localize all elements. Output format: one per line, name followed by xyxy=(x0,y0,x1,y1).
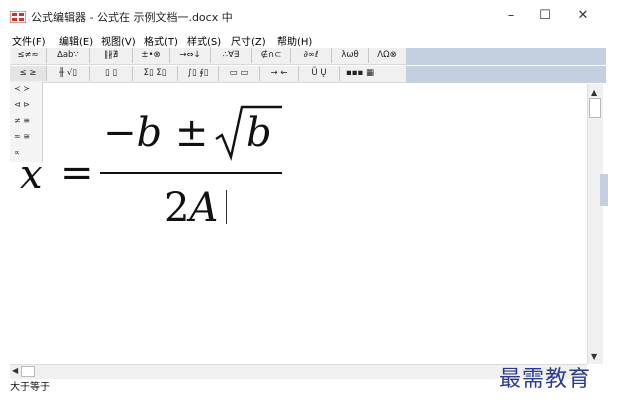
underbar-overbar-templates-button[interactable]: ▭ ▭ xyxy=(219,66,260,81)
equation-lhs-x: x xyxy=(20,152,43,198)
palette-item-proportional[interactable]: ∝ xyxy=(14,148,20,157)
products-set-templates-button[interactable]: Ũ Ų xyxy=(299,66,340,81)
palette-item-triangle[interactable]: ⊲ ⊳ xyxy=(14,100,30,109)
watermark-text: 最需教育 xyxy=(499,367,592,392)
integral-templates-button[interactable]: ∫▯ ∮▯ xyxy=(178,66,219,81)
numerator-b: b xyxy=(136,110,163,156)
equation-editing-area[interactable] xyxy=(10,84,586,364)
title-bar: 公式编辑器 - 公式在 示例文档一.docx 中 – ☐ ✕ xyxy=(0,0,606,32)
menu-file[interactable]: 文件(F) xyxy=(12,33,46,48)
scroll-down-arrow-icon[interactable]: ▼ xyxy=(591,352,597,361)
operator-symbols-button[interactable]: ±•⊗ xyxy=(133,48,170,63)
embellishments-button[interactable]: ∥∦∄ xyxy=(90,48,133,63)
misc-symbols-button[interactable]: ∂∞ℓ xyxy=(291,48,332,63)
greek-lowercase-button[interactable]: λωθ xyxy=(332,48,369,63)
equation-denominator: 2A xyxy=(164,185,218,231)
palette-item-not-equal[interactable]: ≠ ≡ xyxy=(14,116,30,125)
relational-symbols-button[interactable]: ≤≠≈ xyxy=(10,48,47,63)
scroll-up-arrow-icon[interactable]: ▲ xyxy=(591,88,597,97)
fence-templates-button[interactable]: ≤ ≥ xyxy=(10,66,47,81)
subscript-superscript-templates-button[interactable]: ▯ ▯ xyxy=(90,66,133,81)
summation-templates-button[interactable]: Σ▯ Σ▯ xyxy=(133,66,178,81)
fraction-radical-templates-button[interactable]: ╫ √▯ xyxy=(47,66,90,81)
template-toolbar: ≤ ≥ ╫ √▯ ▯ ▯ Σ▯ Σ▯ ∫▯ ∮▯ ▭ ▭ → ← Ũ Ų ▪▪▪… xyxy=(10,66,406,83)
matrix-templates-button[interactable]: ▪▪▪ ▦ xyxy=(340,66,380,81)
labeled-arrow-templates-button[interactable]: → ← xyxy=(260,66,299,81)
vertical-scrollbar[interactable]: ▲ ▼ xyxy=(587,84,603,364)
relational-symbols-palette: ≺ ≻ ⊲ ⊳ ≠ ≡ ≈ ≅ ∝ xyxy=(10,82,43,162)
numerator-minus: − xyxy=(103,110,137,156)
menu-edit[interactable]: 编辑(E) xyxy=(59,33,93,48)
window-title: 公式编辑器 - 公式在 示例文档一.docx 中 xyxy=(31,11,233,24)
denominator-A: A xyxy=(189,185,219,231)
minimize-button[interactable]: – xyxy=(494,4,528,28)
logical-symbols-button[interactable]: ∴∀∃ xyxy=(211,48,252,63)
horizontal-scroll-thumb[interactable] xyxy=(21,366,35,377)
status-bar-text: 大于等于 xyxy=(10,382,50,393)
text-cursor xyxy=(226,190,227,224)
menu-view[interactable]: 视图(V) xyxy=(101,33,136,48)
equation-editor-window: 公式编辑器 - 公式在 示例文档一.docx 中 – ☐ ✕ 文件(F) 编辑(… xyxy=(0,0,606,405)
equation-editor-app-icon xyxy=(10,11,26,23)
set-theory-button[interactable]: ∉∩⊂ xyxy=(252,48,291,63)
equation-numerator: −b ± xyxy=(103,110,208,156)
toolbar-background-fill-2 xyxy=(406,66,606,83)
close-button[interactable]: ✕ xyxy=(566,4,600,28)
toolbar-background-fill xyxy=(406,48,606,65)
palette-item-precedes[interactable]: ≺ ≻ xyxy=(14,84,30,93)
menu-bar: 文件(F) 编辑(E) 视图(V) 格式(T) 样式(S) 尺寸(Z) 帮助(H… xyxy=(0,32,606,48)
scroll-left-arrow-icon[interactable]: ◀ xyxy=(12,366,18,375)
arrow-symbols-button[interactable]: →⇔↓ xyxy=(170,48,211,63)
palette-item-approx[interactable]: ≈ ≅ xyxy=(14,132,30,141)
menu-format[interactable]: 格式(T) xyxy=(144,33,178,48)
equation-equals: = xyxy=(60,150,94,196)
maximize-button[interactable]: ☐ xyxy=(528,4,562,28)
menu-style[interactable]: 样式(S) xyxy=(187,33,221,48)
menu-size[interactable]: 尺寸(Z) xyxy=(231,33,266,48)
vertical-scroll-thumb[interactable] xyxy=(589,98,601,118)
background-document-strip xyxy=(600,174,608,206)
menu-help[interactable]: 帮助(H) xyxy=(277,33,312,48)
greek-uppercase-button[interactable]: ΛΩ⊗ xyxy=(369,48,405,63)
fraction-bar xyxy=(100,172,282,174)
symbol-toolbar: ≤≠≈ ∆ab∵ ∥∦∄ ±•⊗ →⇔↓ ∴∀∃ ∉∩⊂ ∂∞ℓ λωθ ΛΩ⊗ xyxy=(10,48,406,65)
radicand-b: b xyxy=(246,110,272,156)
spaces-ellipses-button[interactable]: ∆ab∵ xyxy=(47,48,90,63)
numerator-plus-minus: ± xyxy=(174,110,209,156)
denominator-2: 2 xyxy=(164,185,190,231)
